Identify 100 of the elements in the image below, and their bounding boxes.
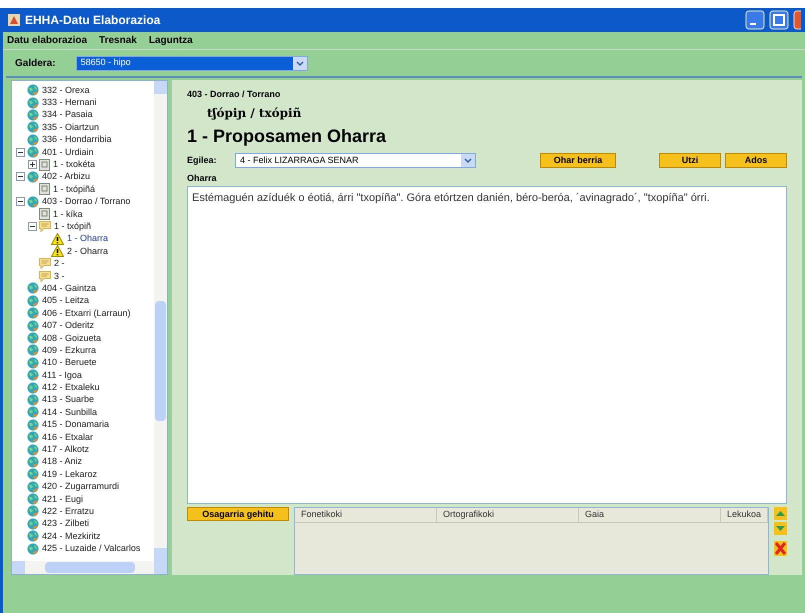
tree-item[interactable]: 417 - Alkotz xyxy=(42,445,90,454)
minimize-button[interactable] xyxy=(745,10,765,30)
globe-icon xyxy=(27,294,39,307)
action-button[interactable]: Utzi xyxy=(659,153,721,168)
tree-item[interactable]: 405 - Leitza xyxy=(42,296,90,306)
globe-icon xyxy=(27,196,39,208)
globe-icon xyxy=(27,505,39,518)
warning-icon xyxy=(51,232,64,245)
warning-icon xyxy=(51,245,64,258)
speech-bubble-icon xyxy=(39,270,51,282)
maximize-button[interactable] xyxy=(769,10,789,30)
tree-item[interactable]: 402 - Arbizu xyxy=(42,172,90,182)
action-button[interactable]: Ados xyxy=(725,153,787,168)
tree-item[interactable]: 415 - Donamaria xyxy=(42,420,110,430)
globe-icon xyxy=(27,530,39,542)
globe-icon xyxy=(27,382,39,394)
action-button[interactable]: Ohar berria xyxy=(540,153,616,168)
tree-item[interactable]: 411 - Igoa xyxy=(42,370,82,380)
globe-icon xyxy=(27,418,39,431)
tree-item[interactable]: 336 - Hondarribia xyxy=(42,135,112,144)
tree-item[interactable]: 403 - Dorrao / Torrano xyxy=(42,197,130,206)
note-text-area[interactable]: Estémaguén azíduék o éotiá, árri "txopíña". Góra etórtzen danién, béro-beróa, ´avinagrado´, "txopíña" órri. xyxy=(187,186,787,504)
tree-item[interactable]: 412 - Etxaleku xyxy=(42,383,100,392)
vertical-scrollbar[interactable] xyxy=(154,81,167,561)
globe-icon xyxy=(27,431,39,444)
globe-icon xyxy=(27,369,39,382)
column-header[interactable]: Gaia xyxy=(578,508,721,522)
tree-item[interactable]: 423 - Zilbeti xyxy=(42,519,90,528)
tree-item[interactable]: 1 - Oharra xyxy=(67,234,108,244)
globe-icon xyxy=(27,394,39,406)
tree-item[interactable]: 335 - Oiartzun xyxy=(42,122,100,132)
tree-item[interactable]: 422 - Erratzu xyxy=(42,506,94,516)
column-header[interactable]: Ortografikoki xyxy=(436,508,579,522)
tree-item[interactable]: 401 - Urdiain xyxy=(42,148,94,157)
tree-item[interactable]: 416 - Etxalar xyxy=(42,432,94,442)
close-button[interactable] xyxy=(793,10,801,30)
globe-icon xyxy=(27,108,39,121)
globe-icon xyxy=(27,493,39,506)
tree-item[interactable]: 2 - xyxy=(54,259,65,268)
tree-item[interactable]: 332 - Orexa xyxy=(42,86,90,95)
question-label: Galdera: xyxy=(15,56,56,70)
horizontal-scrollbar[interactable] xyxy=(12,561,167,574)
globe-icon xyxy=(27,320,39,332)
globe-icon xyxy=(27,170,39,183)
expand-toggle[interactable] xyxy=(28,160,37,170)
globe-icon xyxy=(27,282,39,294)
delete-button[interactable] xyxy=(774,541,787,556)
globe-icon xyxy=(27,134,39,146)
tree-item[interactable]: 406 - Etxarri (Larraun) xyxy=(42,308,131,318)
menu-item[interactable]: Laguntza xyxy=(148,33,193,48)
globe-icon xyxy=(27,356,39,369)
tree-item[interactable]: 2 - Oharra xyxy=(67,246,108,256)
collapse-toggle[interactable] xyxy=(16,197,25,206)
tree-item[interactable]: 1 - kíka xyxy=(53,210,83,219)
tree-item[interactable]: 413 - Suarbe xyxy=(42,395,94,404)
author-dropdown[interactable]: 4 - Felix LIZARRAGA SENAR xyxy=(235,153,476,168)
globe-icon xyxy=(27,344,39,356)
tree-item[interactable]: 407 - Oderitz xyxy=(42,321,94,330)
place-heading: 403 - Dorrao / Torrano xyxy=(187,88,282,101)
menu-item[interactable]: Datu elaborazioa xyxy=(7,33,88,48)
globe-icon xyxy=(27,84,39,96)
tree-item[interactable]: 414 - Sunbilla xyxy=(42,408,98,417)
caret-icon xyxy=(461,154,475,168)
tree-item[interactable]: 425 - Luzaide / Valcarlos xyxy=(42,544,140,554)
tree-item[interactable]: 409 - Ezkurra xyxy=(42,346,96,355)
speech-bubble-icon xyxy=(39,220,51,232)
globe-icon xyxy=(27,480,39,493)
tree-item[interactable]: 3 - xyxy=(54,272,65,281)
menu-item[interactable]: Tresnak xyxy=(99,33,137,48)
tree-item[interactable]: 334 - Pasaia xyxy=(42,110,93,120)
globe-icon xyxy=(27,456,39,468)
document-icon xyxy=(39,183,50,196)
globe-icon xyxy=(27,121,39,134)
collapse-toggle[interactable] xyxy=(28,222,37,231)
globe-icon xyxy=(27,406,39,418)
tree-item[interactable]: 410 - Beruete xyxy=(42,358,97,368)
tree-item[interactable]: 333 - Hernani xyxy=(42,98,97,108)
tree-item[interactable]: 421 - Eugi xyxy=(42,494,84,504)
tree-item[interactable]: 408 - Goizueta xyxy=(42,334,102,342)
question-dropdown[interactable]: 58650 - hipo xyxy=(76,56,308,70)
column-header[interactable]: Lekukoa xyxy=(720,508,768,522)
collapse-toggle[interactable] xyxy=(16,172,25,182)
tree-item[interactable]: 1 - txokéta xyxy=(53,160,96,170)
tree-item[interactable]: 1 - txópiñá xyxy=(53,184,96,194)
app-icon xyxy=(7,13,21,27)
tree-item[interactable]: 424 - Mezkiritz xyxy=(42,532,101,541)
tree-item[interactable]: 1 - txópiñ xyxy=(54,222,92,231)
tree-item[interactable]: 419 - Lekaroz xyxy=(42,470,98,479)
globe-icon xyxy=(27,96,39,109)
column-header[interactable]: Fonetikoki xyxy=(295,508,437,522)
add-supplement-button[interactable]: Osagarria gehitu xyxy=(187,507,289,521)
globe-icon xyxy=(27,307,39,320)
document-icon xyxy=(39,208,50,220)
note-title: 1 - Proposamen Oharra xyxy=(187,124,388,148)
globe-icon xyxy=(27,332,39,344)
collapse-toggle[interactable] xyxy=(16,148,25,157)
tree-item[interactable]: 404 - Gaintza xyxy=(42,284,96,293)
tree-item[interactable]: 420 - Zugarramurdi xyxy=(42,482,120,492)
tree-item[interactable]: 418 - Aniz xyxy=(42,457,82,466)
author-label: Egilea: xyxy=(187,154,218,168)
